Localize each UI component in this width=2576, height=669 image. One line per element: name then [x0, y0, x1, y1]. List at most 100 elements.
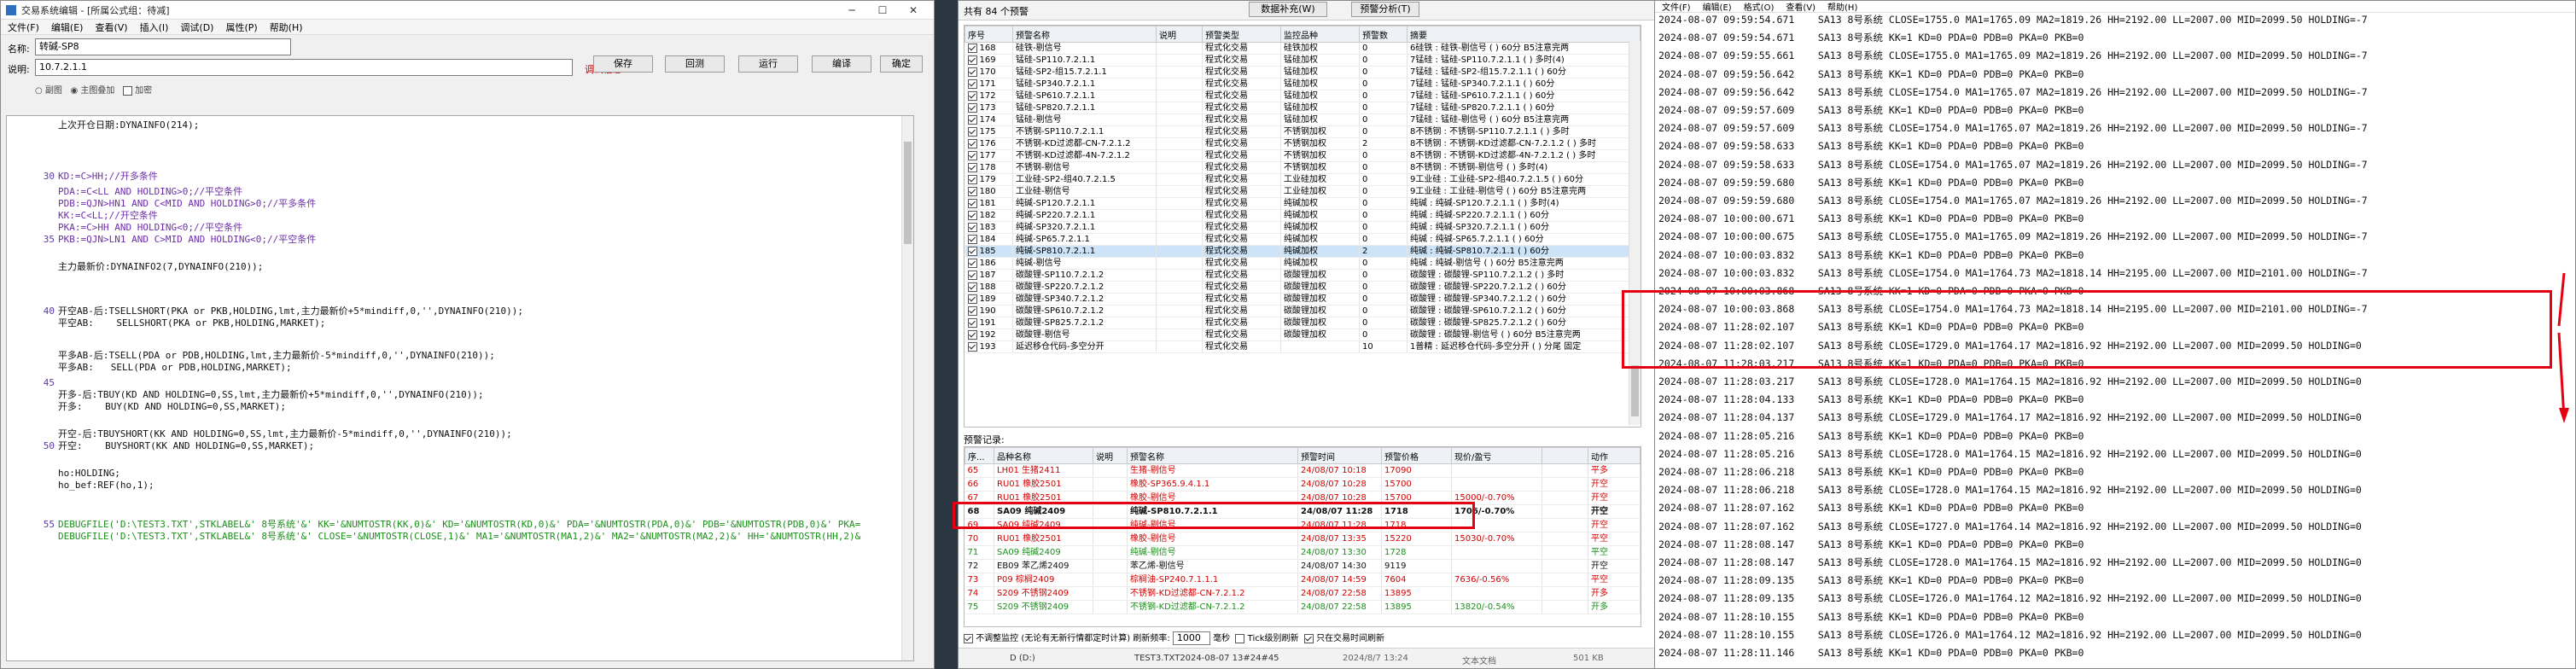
- editor-button[interactable]: 确定: [880, 55, 923, 73]
- record-row[interactable]: 71 SA09 纯碱2409 纯碱-剔信号 24/08/07 13:30 1728 平空: [965, 545, 1641, 560]
- menu-item[interactable]: 帮助(H): [1827, 1, 1857, 13]
- menu-item[interactable]: 查看(V): [1786, 1, 1815, 13]
- row-checkbox[interactable]: [967, 234, 977, 244]
- menu-item[interactable]: 文件(F): [1662, 1, 1691, 13]
- minimize-icon[interactable]: ─: [836, 4, 867, 16]
- name-field[interactable]: 转碱-SP8: [35, 38, 291, 55]
- column-header[interactable]: 预警类型: [1202, 26, 1281, 43]
- drive-label[interactable]: D (D:): [1010, 654, 1035, 663]
- menu-item[interactable]: 属性(P): [225, 20, 257, 34]
- table-row[interactable]: 182 纯碱-SP220.7.2.1.1 程式化交易 纯碱加权 0 纯碱 : 纯碱-SP2…: [965, 209, 1641, 222]
- editor-button[interactable]: 编译: [812, 55, 871, 73]
- row-checkbox[interactable]: [967, 55, 977, 65]
- row-checkbox[interactable]: [967, 186, 977, 196]
- maximize-icon[interactable]: ☐: [867, 4, 898, 16]
- row-checkbox[interactable]: [967, 210, 977, 220]
- row-checkbox[interactable]: [967, 222, 977, 232]
- table-row[interactable]: 184 纯碱-SP65.7.2.1.1 程式化交易 纯碱加权 0 纯碱 : 纯碱-SP65…: [965, 233, 1641, 246]
- row-checkbox[interactable]: [967, 150, 977, 160]
- checkbox-encrypt[interactable]: 加密: [122, 85, 152, 96]
- column-header[interactable]: 监控品种: [1280, 26, 1360, 43]
- close-icon[interactable]: ✕: [898, 4, 929, 16]
- table-row[interactable]: 185 纯碱-SP810.7.2.1.1 程式化交易 纯碱加权 2 纯碱 : 纯碱-SP8…: [965, 245, 1641, 258]
- column-header[interactable]: 序号: [965, 26, 1013, 43]
- row-checkbox[interactable]: [967, 282, 977, 292]
- table-row[interactable]: 188 碳酸锂-SP220.7.2.1.2 程式化交易 碳酸锂加权 0 碳酸锂 : 碳酸锂…: [965, 281, 1641, 294]
- row-checkbox[interactable]: [967, 305, 977, 316]
- refresh-freq-input[interactable]: 1000: [1172, 631, 1210, 645]
- column-header[interactable]: 预警时间: [1297, 447, 1382, 464]
- row-checkbox[interactable]: [967, 294, 977, 304]
- row-checkbox[interactable]: [967, 341, 977, 352]
- desc-field[interactable]: 10.7.2.1.1: [35, 59, 573, 76]
- record-row[interactable]: 74 S209 不锈钢2409 不锈钢-KD过滤都-CN-7.2.1.2 24/08/…: [965, 586, 1641, 601]
- table-row[interactable]: 189 碳酸锂-SP340.7.2.1.2 程式化交易 碳酸锂加权 0 碳酸锂 : 碳酸锂…: [965, 293, 1641, 305]
- editor-button[interactable]: 运行: [738, 55, 798, 73]
- row-checkbox[interactable]: [967, 246, 977, 256]
- column-header[interactable]: 动作: [1588, 447, 1641, 464]
- radio-subchart[interactable]: ○ 副图: [35, 86, 62, 96]
- menu-item[interactable]: 调试(D): [180, 20, 213, 34]
- file-name[interactable]: TEST3.TXT2024-08-07 13#24#45: [1134, 654, 1279, 663]
- table-row[interactable]: 178 不锈钢-剔信号 程式化交易 不锈钢加权 0 8不锈钢 : 不锈钢-剔信号 ( ) …: [965, 161, 1641, 174]
- row-checkbox[interactable]: [967, 43, 977, 53]
- table-row[interactable]: 170 锰硅-SP2-组15.7.2.1.1 程式化交易 锰硅加权 0 7锰硅 : 锰硅-…: [965, 66, 1641, 79]
- row-checkbox[interactable]: [967, 198, 977, 208]
- row-checkbox[interactable]: [967, 90, 977, 101]
- record-row[interactable]: 70 RU01 橡胶2501 橡胶-剔信号 24/08/07 13:35 15220 15…: [965, 532, 1641, 546]
- record-row[interactable]: 66 RU01 橡胶2501 橡胶-SP365.9.4.1.1 24/08/07 10…: [965, 477, 1641, 492]
- row-checkbox[interactable]: [967, 102, 977, 113]
- editor-button[interactable]: 保存: [593, 55, 653, 73]
- row-checkbox[interactable]: [967, 162, 977, 172]
- trading-hours-checkbox[interactable]: [1303, 633, 1314, 643]
- column-header[interactable]: 说明: [1093, 447, 1128, 464]
- row-checkbox[interactable]: [967, 258, 977, 268]
- table-row[interactable]: 186 纯碱-剔信号 程式化交易 纯碱加权 0 纯碱 : 纯碱-剔信号 ( ) 60分 B…: [965, 257, 1641, 270]
- record-row[interactable]: 75 S209 不锈钢2409 不锈钢-KD过滤都-CN-7.2.1.2 24/08/…: [965, 600, 1641, 614]
- menu-item[interactable]: 帮助(H): [270, 20, 303, 34]
- menu-item[interactable]: 格式(O): [1744, 1, 1775, 13]
- menu-item[interactable]: 编辑(E): [1703, 1, 1732, 13]
- table-row[interactable]: 191 碳酸锂-SP825.7.2.1.2 程式化交易 碳酸锂加权 0 碳酸锂 : 碳酸锂…: [965, 317, 1641, 329]
- table-row[interactable]: 193 延迟移仓代码-多空分开 程式化交易 10 1普精 : 延迟移仓代码-多空分开 (…: [965, 340, 1641, 353]
- column-header[interactable]: 序...: [965, 447, 994, 464]
- row-checkbox[interactable]: [967, 174, 977, 184]
- column-header[interactable]: [1542, 447, 1588, 464]
- menu-item[interactable]: 文件(F): [8, 20, 39, 34]
- row-checkbox[interactable]: [967, 329, 977, 340]
- table-row[interactable]: 183 纯碱-SP320.7.2.1.1 程式化交易 纯碱加权 0 纯碱 : 纯碱-SP3…: [965, 221, 1641, 234]
- table-row[interactable]: 187 碳酸锂-SP110.7.2.1.2 程式化交易 碳酸锂加权 0 碳酸锂 : 碳酸锂…: [965, 269, 1641, 282]
- table-row[interactable]: 171 锰硅-SP340.7.2.1.1 程式化交易 锰硅加权 0 7锰硅 : 锰硅-SP…: [965, 78, 1641, 90]
- table-row[interactable]: 169 锰硅-SP110.7.2.1.1 程式化交易 锰硅加权 0 7锰硅 : 锰硅-SP…: [965, 54, 1641, 67]
- code-scrollbar[interactable]: [901, 116, 913, 660]
- editor-button[interactable]: 回测: [665, 55, 725, 73]
- table-row[interactable]: 190 碳酸锂-SP610.7.2.1.2 程式化交易 碳酸锂加权 0 碳酸锂 : 碳酸锂…: [965, 305, 1641, 317]
- column-header[interactable]: 预警名称: [1127, 447, 1298, 464]
- alert-analysis-button[interactable]: 预警分析(T): [1351, 2, 1419, 17]
- table-row[interactable]: 180 工业硅-剔信号 程式化交易 工业硅加权 0 9工业硅 : 工业硅-剔信号 ( ) …: [965, 185, 1641, 198]
- column-header[interactable]: 预警数: [1359, 26, 1407, 43]
- row-checkbox[interactable]: [967, 126, 977, 137]
- radio-main-overlay[interactable]: ◉ 主图叠加: [70, 86, 114, 96]
- table-row[interactable]: 168 硅铁-剔信号 程式化交易 硅铁加权 0 6硅铁 : 硅铁-剔信号 ( ) 60分 …: [965, 42, 1641, 55]
- column-header[interactable]: 品种名称: [994, 447, 1093, 464]
- row-checkbox[interactable]: [967, 67, 977, 77]
- row-checkbox[interactable]: [967, 138, 977, 148]
- table-row[interactable]: 177 不锈钢-KD过滤都-4N-7.2.1.2 程式化交易 不锈钢加权 0 8不锈钢 :…: [965, 149, 1641, 162]
- tick-refresh-checkbox[interactable]: [1235, 633, 1245, 643]
- menu-item[interactable]: 编辑(E): [51, 20, 84, 34]
- column-header[interactable]: 预警名称: [1012, 26, 1157, 43]
- row-checkbox[interactable]: [967, 79, 977, 89]
- table-row[interactable]: 181 纯碱-SP120.7.2.1.1 程式化交易 纯碱加权 0 纯碱 : 纯碱-SP1…: [965, 197, 1641, 210]
- row-checkbox[interactable]: [967, 317, 977, 328]
- column-header[interactable]: 摘要: [1407, 26, 1641, 43]
- table-row[interactable]: 175 不锈钢-SP110.7.2.1.1 程式化交易 不锈钢加权 0 8不锈钢 : 不锈…: [965, 125, 1641, 138]
- code-editor[interactable]: 上次开仓日期:DYNAINFO(214); 30 KD:=C>HH;//开多条件 PD…: [6, 115, 914, 661]
- data-supplement-button[interactable]: 数据补充(W): [1249, 2, 1327, 17]
- row-checkbox[interactable]: [967, 114, 977, 125]
- column-header[interactable]: 说明: [1156, 26, 1203, 43]
- table-row[interactable]: 176 不锈钢-KD过滤都-CN-7.2.1.2 程式化交易 不锈钢加权 2 8不锈钢 :…: [965, 137, 1641, 150]
- table-row[interactable]: 192 碳酸锂-剔信号 程式化交易 碳酸锂加权 0 碳酸锂 : 碳酸锂-剔信号 ( ) 6…: [965, 329, 1641, 341]
- menu-item[interactable]: 查看(V): [95, 20, 127, 34]
- table-row[interactable]: 179 工业硅-SP2-组40.7.2.1.5 程式化交易 工业硅加权 0 9工业硅 : …: [965, 173, 1641, 186]
